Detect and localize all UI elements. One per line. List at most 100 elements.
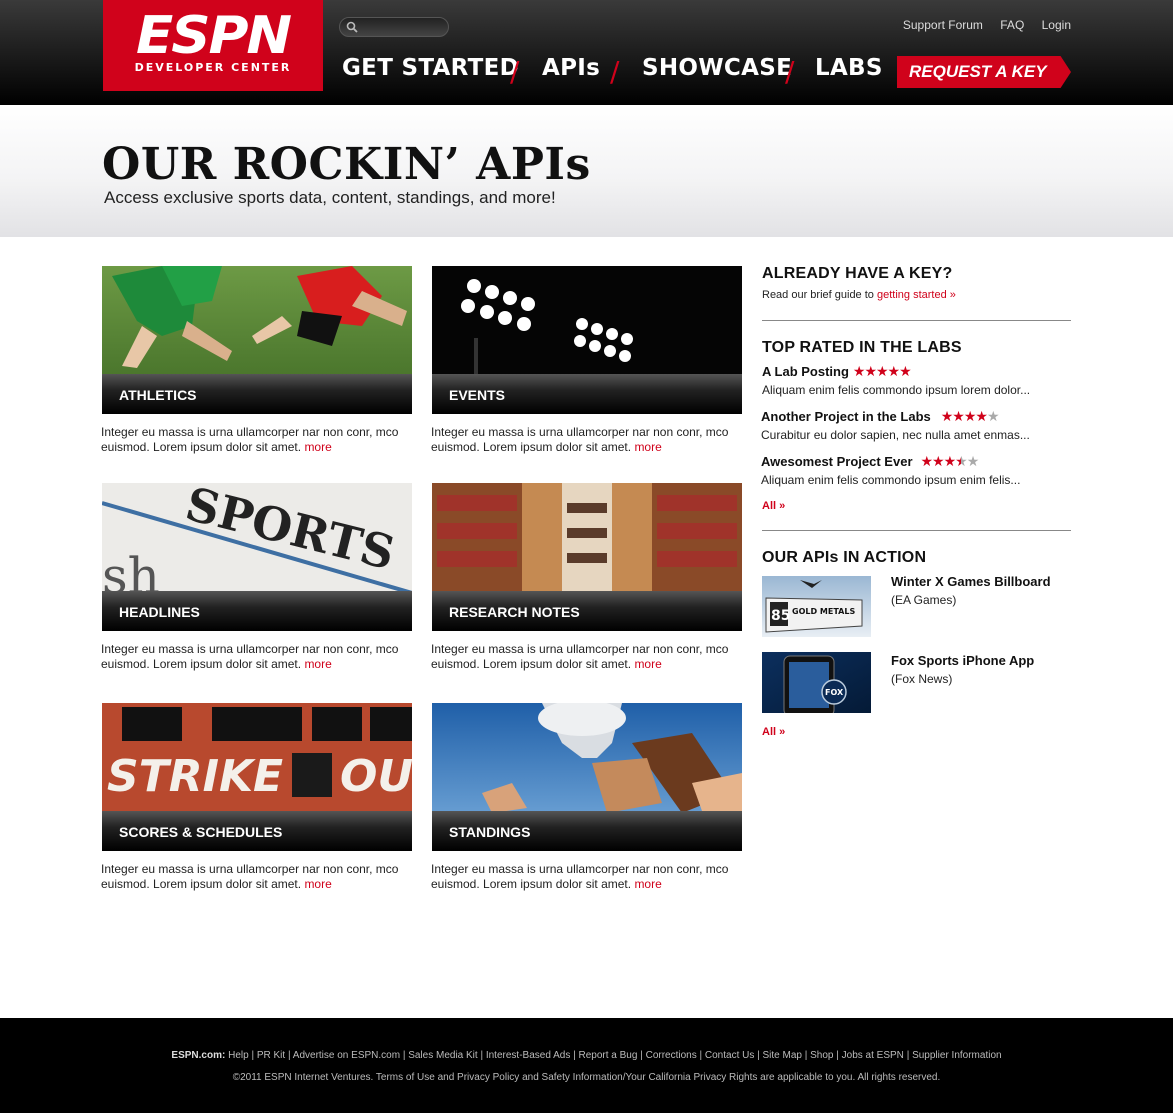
footer-link[interactable]: Corrections — [646, 1050, 697, 1061]
page-title: OUR ROCKIN’ APIs — [102, 139, 591, 190]
more-link[interactable]: more — [304, 440, 331, 454]
logo-subtitle: DEVELOPER CENTER — [134, 61, 292, 74]
tile-desc-text: Integer eu massa is urna ullamcorper nar… — [431, 862, 729, 891]
tile-desc-text: Integer eu massa is urna ullamcorper nar… — [101, 425, 399, 454]
tile-caption-bar: EVENTS — [432, 374, 742, 414]
footer-brand: ESPN.com: — [171, 1050, 226, 1061]
lab-item[interactable]: Another Project in the Labs ★★★★★ Curabit… — [761, 408, 1030, 442]
logo-wordmark: ESPN — [136, 6, 292, 66]
footer-link[interactable]: Shop — [810, 1050, 833, 1061]
search-icon — [346, 21, 358, 33]
site-footer: ESPN.com: Help | PR Kit | Advertise on E… — [0, 1018, 1173, 1113]
espn-logo[interactable]: ESPN DEVELOPER CENTER — [103, 0, 323, 91]
action-title[interactable]: Fox Sports iPhone App — [891, 653, 1034, 668]
tile-caption-bar: ATHLETICS — [102, 374, 412, 414]
tile-description: Integer eu massa is urna ullamcorper nar… — [101, 425, 413, 455]
tile-caption-bar: STANDINGS — [432, 811, 742, 851]
page-hero: OUR ROCKIN’ APIs Access exclusive sports… — [0, 105, 1173, 237]
footer-links: ESPN.com: Help | PR Kit | Advertise on E… — [171, 1050, 1002, 1061]
api-tile-research-notes[interactable]: RESEARCH NOTES Integer eu massa is urna … — [431, 483, 743, 673]
more-link[interactable]: more — [634, 657, 661, 671]
nav-separator: / — [785, 55, 795, 88]
strike-text: STRIKE — [107, 751, 283, 802]
footer-link[interactable]: Supplier Information — [912, 1050, 1002, 1061]
already-have-key-heading: ALREADY HAVE A KEY? — [762, 265, 953, 282]
rating-stars: ★★★★★ — [940, 408, 1000, 424]
lab-title[interactable]: Another Project in the Labs — [761, 409, 931, 424]
tile-description: Integer eu massa is urna ullamcorper nar… — [101, 642, 413, 672]
iphone-app-thumbnail[interactable]: FOX — [762, 652, 871, 713]
footer-link[interactable]: Advertise on ESPN.com — [293, 1050, 400, 1061]
login-link[interactable]: Login — [1042, 18, 1071, 32]
footer-link[interactable]: Report a Bug — [579, 1050, 638, 1061]
site-header: ESPN DEVELOPER CENTER Support Forum FAQ … — [0, 0, 1173, 105]
tile-caption-bar: RESEARCH NOTES — [432, 591, 742, 631]
api-tile-scores-schedules[interactable]: STRIKE OUT SCORES & SCHEDULES Integer eu… — [101, 703, 413, 893]
billboard-thumbnail[interactable]: 85 GOLD METALS — [762, 576, 871, 637]
footer-link[interactable]: Help — [228, 1050, 249, 1061]
footer-link[interactable]: Sales Media Kit — [408, 1050, 477, 1061]
nav-showcase[interactable]: SHOWCASE — [642, 55, 792, 81]
more-link[interactable]: more — [634, 440, 661, 454]
tile-label: RESEARCH NOTES — [449, 604, 580, 620]
nav-apis[interactable]: APIs — [542, 55, 600, 81]
more-link[interactable]: more — [304, 657, 331, 671]
faq-link[interactable]: FAQ — [1000, 18, 1024, 32]
tile-label: STANDINGS — [449, 824, 531, 840]
nav-labs[interactable]: LABS — [815, 55, 883, 81]
search-box[interactable] — [339, 17, 449, 37]
sidebar-divider — [762, 320, 1071, 321]
footer-link[interactable]: Site Map — [763, 1050, 802, 1061]
search-input[interactable] — [362, 20, 444, 34]
billboard-number: 85 — [771, 608, 790, 624]
tile-description: Integer eu massa is urna ullamcorper nar… — [101, 862, 413, 892]
footer-link[interactable]: Interest-Based Ads — [486, 1050, 571, 1061]
action-title[interactable]: Winter X Games Billboard — [891, 574, 1051, 589]
tile-desc-text: Integer eu massa is urna ullamcorper nar… — [101, 642, 399, 671]
tile-description: Integer eu massa is urna ullamcorper nar… — [431, 642, 743, 672]
api-tile-standings[interactable]: STANDINGS Integer eu massa is urna ullam… — [431, 703, 743, 893]
rating-stars: ★★★★★ — [852, 363, 912, 379]
tile-label: ATHLETICS — [119, 387, 197, 403]
api-tile-headlines[interactable]: SPORTS sh HEADLINES Integer eu massa is … — [101, 483, 413, 673]
fox-badge-text: FOX — [825, 688, 844, 697]
action-sub: (EA Games) — [891, 593, 957, 607]
tile-description: Integer eu massa is urna ullamcorper nar… — [431, 862, 743, 892]
more-link[interactable]: more — [304, 877, 331, 891]
page-subtitle: Access exclusive sports data, content, s… — [104, 188, 556, 207]
lab-desc: Curabitur eu dolor sapien, nec nulla ame… — [761, 428, 1030, 442]
billboard-text: GOLD METALS — [792, 607, 855, 616]
tile-desc-text: Integer eu massa is urna ullamcorper nar… — [431, 642, 729, 671]
tile-label: HEADLINES — [119, 604, 200, 620]
footer-copyright: ©2011 ESPN Internet Ventures. Terms of U… — [232, 1072, 941, 1083]
footer-link[interactable]: Jobs at ESPN — [842, 1050, 904, 1061]
more-link[interactable]: more — [634, 877, 661, 891]
footer-link[interactable]: Contact Us — [705, 1050, 754, 1061]
nav-separator: / — [610, 55, 620, 88]
key-guide-label: Read our brief guide to — [762, 289, 874, 301]
labs-all-link[interactable]: All » — [762, 500, 785, 512]
nav-get-started[interactable]: GET STARTED — [342, 55, 519, 81]
tile-label: EVENTS — [449, 387, 506, 403]
lab-desc: Aliquam enim felis commondo ipsum lorem … — [762, 383, 1031, 397]
actions-all-link[interactable]: All » — [762, 726, 785, 738]
footer-link[interactable]: PR Kit — [257, 1050, 285, 1061]
support-forum-link[interactable]: Support Forum — [903, 18, 983, 32]
key-guide-text: Read our brief guide to getting started … — [762, 289, 956, 301]
getting-started-link[interactable]: getting started » — [877, 289, 956, 301]
apis-in-action-heading: OUR APIs IN ACTION — [762, 549, 927, 566]
lab-item[interactable]: A Lab Posting ★★★★★ Aliquam enim felis co… — [762, 363, 1030, 397]
action-sub: (Fox News) — [891, 672, 953, 686]
tile-caption-bar: SCORES & SCHEDULES — [102, 811, 412, 851]
lab-title[interactable]: A Lab Posting — [762, 364, 849, 379]
lab-desc: Aliquam enim felis commondo ipsum enim f… — [761, 473, 1021, 487]
request-key-button[interactable]: REQUEST A KEY — [897, 56, 1071, 88]
lab-item[interactable]: Awesomest Project Ever ★★★★★ Aliquam enim… — [761, 453, 1020, 487]
rating-stars: ★★★★★ — [920, 453, 980, 469]
api-tile-athletics[interactable]: ATHLETICS Integer eu massa is urna ullam… — [101, 266, 413, 456]
tile-caption-bar: HEADLINES — [102, 591, 412, 631]
tile-desc-text: Integer eu massa is urna ullamcorper nar… — [101, 862, 399, 891]
api-tile-events[interactable]: EVENTS Integer eu massa is urna ullamcor… — [431, 266, 742, 456]
lab-title[interactable]: Awesomest Project Ever — [761, 454, 913, 469]
top-rated-heading: TOP RATED IN THE LABS — [762, 339, 962, 356]
